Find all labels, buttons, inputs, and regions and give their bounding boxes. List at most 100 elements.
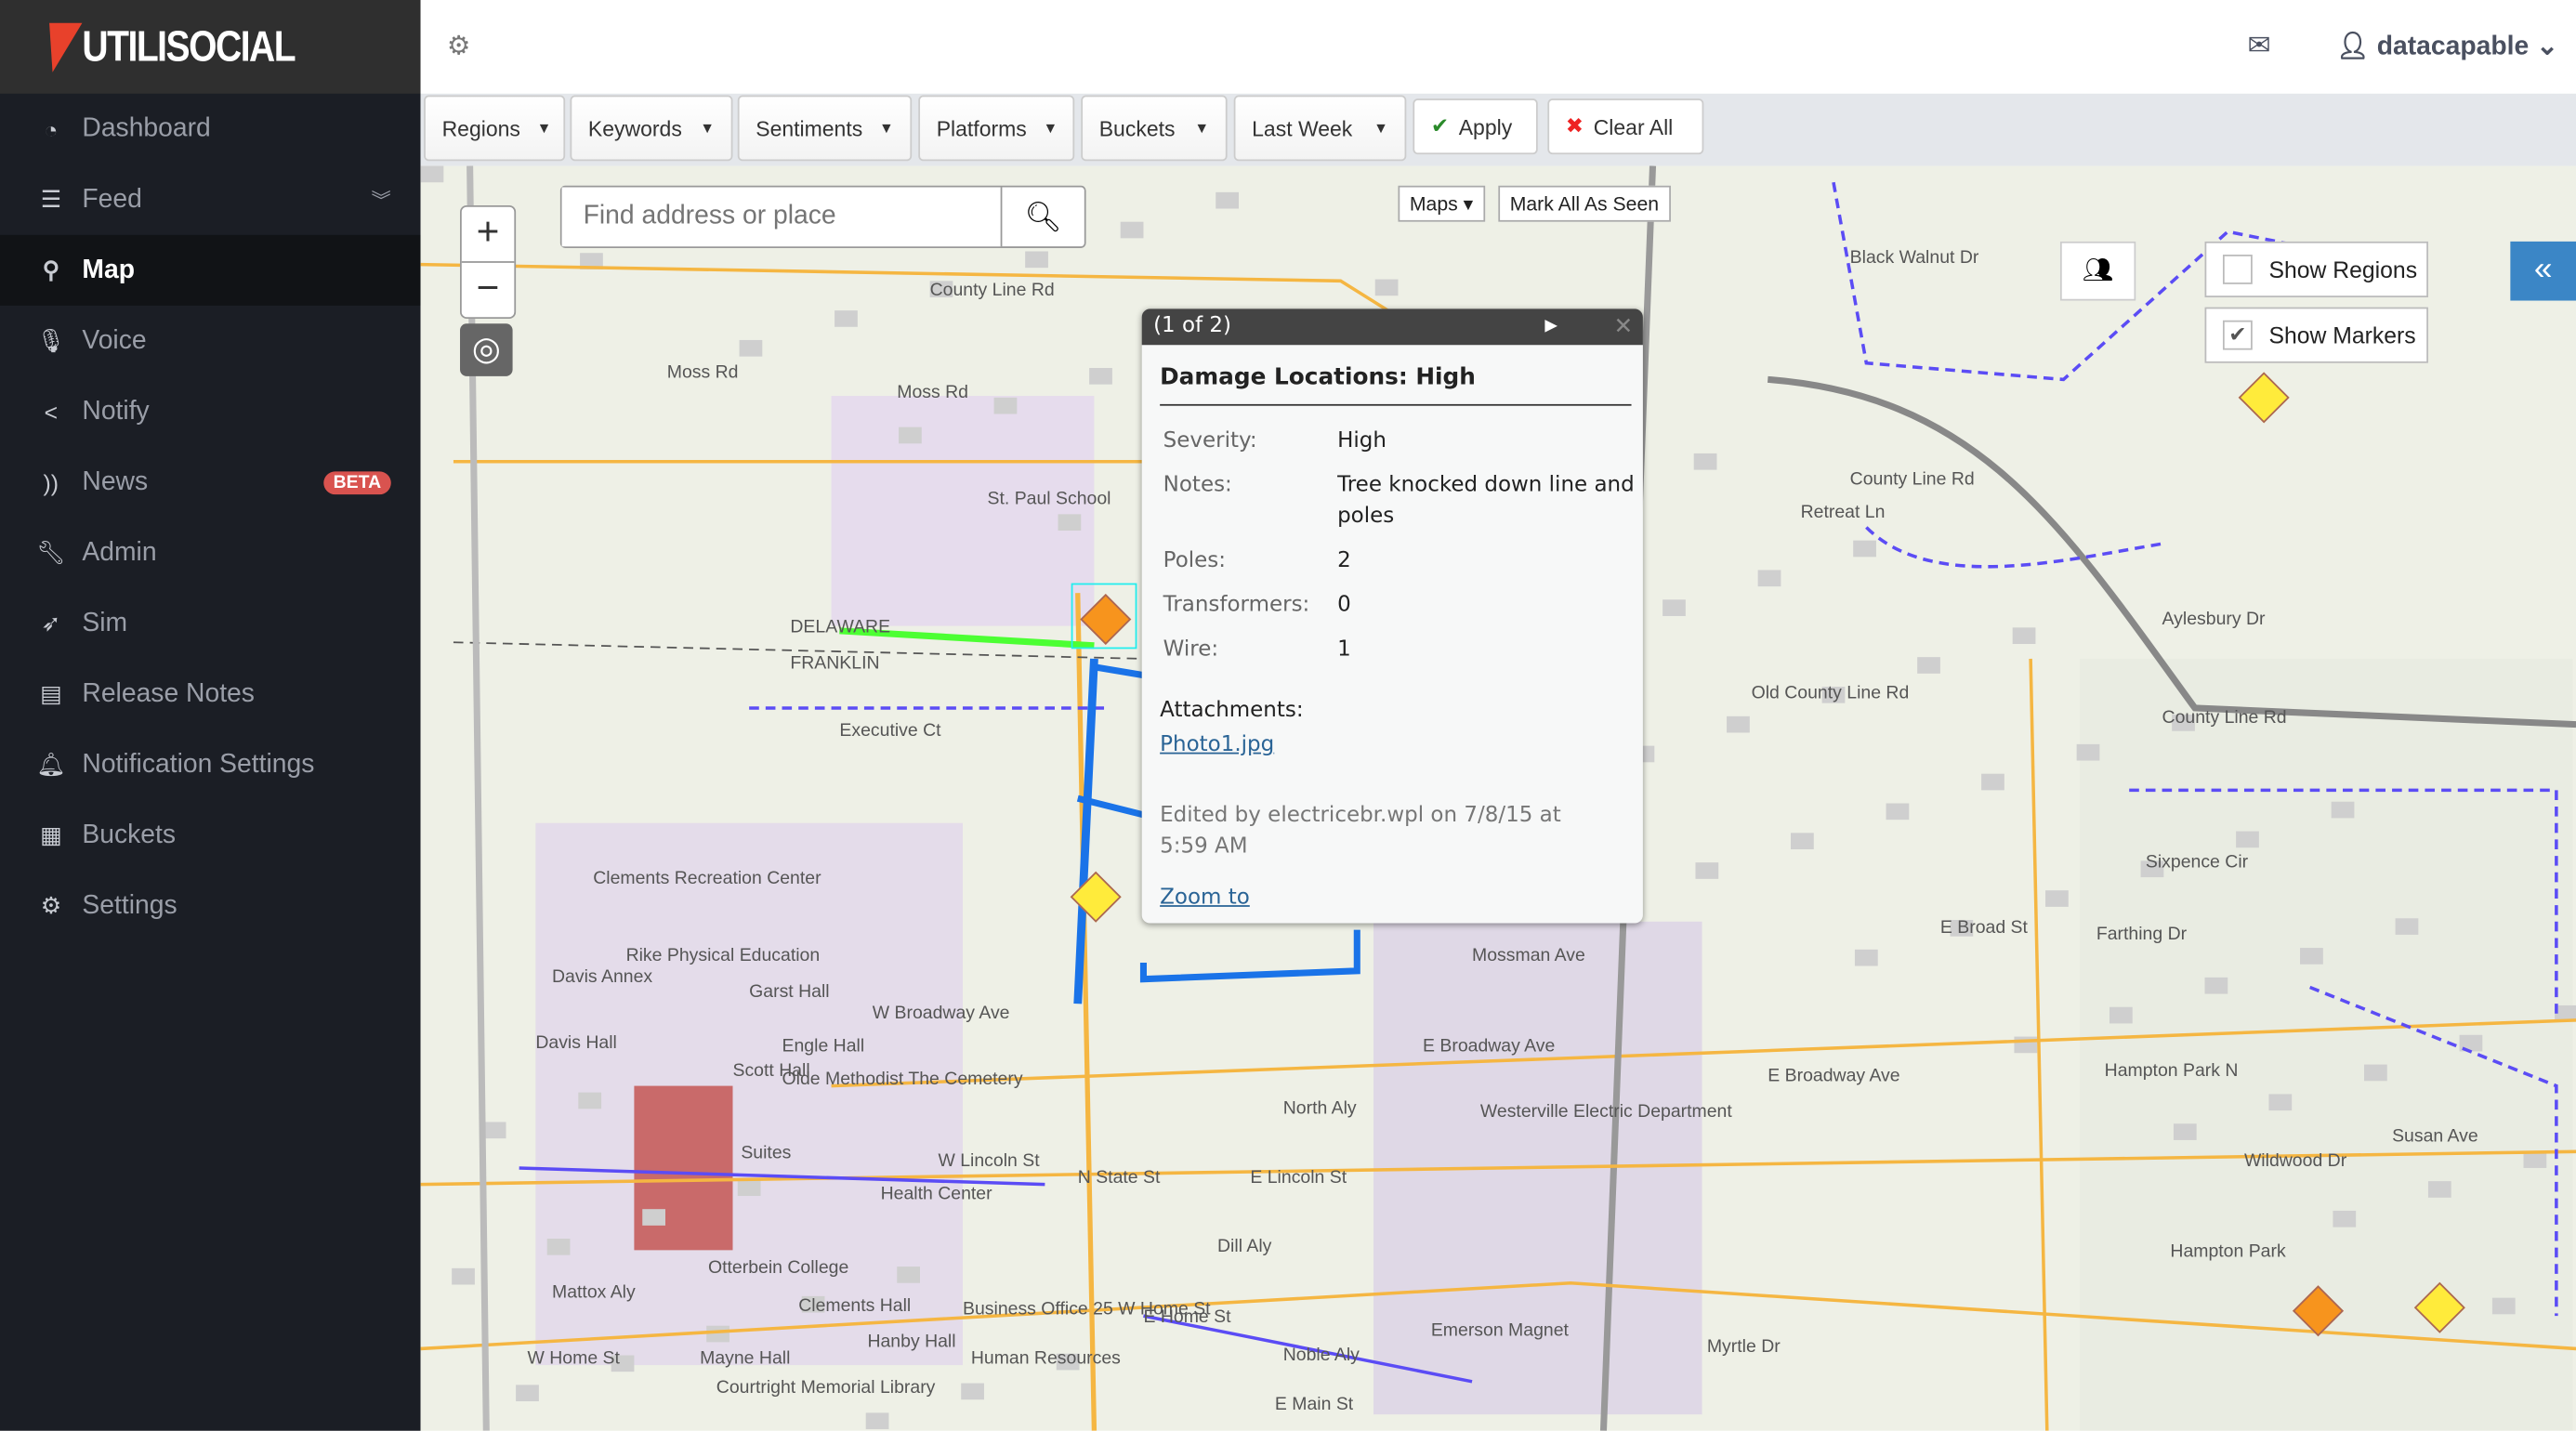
- building: [2331, 801, 2355, 819]
- rocket-icon: ➶: [41, 609, 61, 637]
- building: [706, 1325, 729, 1343]
- popup-field-row: Notes: Tree knocked down line and poles: [1158, 464, 1643, 539]
- building: [961, 1383, 984, 1400]
- maps-dropdown[interactable]: Maps ▾: [1398, 185, 1485, 222]
- zoom-out-button[interactable]: −: [462, 263, 515, 317]
- building: [2173, 1123, 2197, 1140]
- keywords-dropdown[interactable]: Keywords ▼: [570, 95, 733, 162]
- building: [1917, 657, 1940, 674]
- sidebar-item-settings[interactable]: ⚙ Settings: [0, 871, 421, 941]
- show-regions-toggle[interactable]: Show Regions: [2204, 241, 2428, 297]
- users-group-button[interactable]: 👥︎: [2059, 241, 2136, 301]
- map-label: W Home St: [527, 1348, 620, 1369]
- building: [2268, 1094, 2293, 1111]
- caret-down-icon: ▼: [878, 120, 894, 137]
- damaged-line: [1139, 929, 1360, 983]
- sidebar-item-release-notes[interactable]: ▤ Release Notes: [0, 659, 421, 729]
- building: [737, 1179, 761, 1197]
- next-arrow-icon[interactable]: ▶: [1544, 309, 1557, 345]
- logo[interactable]: UTILISOCIAL: [0, 0, 421, 94]
- sidebar-item-map[interactable]: ⚲ Map: [0, 234, 421, 306]
- search-input[interactable]: [561, 187, 1001, 247]
- gear-icon[interactable]: ⚙: [447, 30, 470, 62]
- field-key: Severity:: [1163, 428, 1257, 453]
- map-label: County Line Rd: [1849, 469, 1975, 490]
- map-label: Moss Rd: [666, 362, 739, 383]
- popup-title: Damage Locations: High: [1160, 364, 1632, 406]
- map-label: Executive Ct: [839, 721, 941, 742]
- users-icon: 👥︎: [2082, 256, 2114, 284]
- sidebar-item-admin[interactable]: 🔧︎ Admin: [0, 518, 421, 588]
- map-label: Old County Line Rd: [1751, 683, 1910, 703]
- logo-text: UTILISOCIAL: [82, 20, 296, 72]
- sidebar-item-voice[interactable]: 🎙︎ Voice: [0, 306, 421, 376]
- selection-highlight: [1071, 583, 1137, 650]
- sidebar-item-sim[interactable]: ➶ Sim: [0, 588, 421, 659]
- map-label: Garst Hall: [749, 982, 830, 1003]
- building: [865, 1412, 889, 1430]
- period-dropdown[interactable]: Last Week ▼: [1233, 95, 1407, 162]
- map-label: Mayne Hall: [700, 1348, 791, 1369]
- map-label: Black Walnut Dr: [1849, 247, 1979, 269]
- close-icon[interactable]: ✕: [1614, 309, 1634, 345]
- checkbox[interactable]: ✔: [2222, 320, 2253, 350]
- sidebar-item-feed[interactable]: ☰ Feed ︾: [0, 164, 421, 235]
- locate-button[interactable]: ◎: [460, 323, 513, 376]
- sidebar-item-news[interactable]: )) News BETA: [0, 447, 421, 518]
- cubes-icon: ▦: [40, 821, 62, 848]
- show-markers-toggle[interactable]: ✔ Show Markers: [2204, 307, 2428, 363]
- collapse-panel-button[interactable]: «: [2510, 241, 2576, 301]
- checkbox[interactable]: [2222, 255, 2253, 284]
- regions-dropdown[interactable]: Regions ▼: [424, 95, 566, 162]
- sidebar-item-label: Map: [82, 255, 135, 283]
- sidebar-item-label: Release Notes: [82, 679, 255, 708]
- zoom-control: + −: [460, 204, 517, 319]
- map-label: Noble Aly: [1282, 1345, 1360, 1366]
- building: [1663, 599, 1686, 616]
- attachment-link[interactable]: Photo1.jpg: [1160, 732, 1274, 757]
- user-menu[interactable]: 👤︎ datacapable ⌄: [2336, 30, 2558, 62]
- caret-down-icon: ▼: [700, 120, 716, 137]
- zoom-to-link[interactable]: Zoom to: [1160, 886, 1250, 911]
- map-label: Suites: [741, 1143, 792, 1163]
- sentiments-dropdown[interactable]: Sentiments ▼: [737, 95, 913, 162]
- platforms-dropdown[interactable]: Platforms ▼: [918, 95, 1075, 162]
- apply-button[interactable]: ✔ Apply: [1413, 98, 1538, 155]
- sidebar-item-notification-settings[interactable]: 🔔︎ Notification Settings: [0, 729, 421, 800]
- building: [2300, 948, 2323, 965]
- building: [1886, 803, 1910, 821]
- chevron-down-icon: ⌄: [2536, 33, 2558, 61]
- topbar: ⚙ ✉ 👤︎ datacapable ⌄: [420, 0, 2576, 94]
- building: [516, 1385, 539, 1402]
- mark-all-seen-button[interactable]: Mark All As Seen: [1498, 185, 1671, 222]
- sidebar-item-dashboard[interactable]: ◔ Dashboard: [0, 94, 421, 164]
- building: [1120, 221, 1144, 239]
- building: [1695, 862, 1719, 879]
- search-button[interactable]: 🔍︎: [1000, 187, 1084, 247]
- map-label: W Lincoln St: [938, 1151, 1040, 1172]
- chevron-down-icon[interactable]: ︾: [372, 186, 391, 214]
- x-icon: ✖: [1565, 112, 1584, 138]
- sidebar: UTILISOCIAL ◔ Dashboard ☰ Feed ︾ ⚲ Map 🎙︎ Voice <…: [0, 0, 421, 1431]
- rss-icon: )): [43, 468, 59, 496]
- sidebar-item-buckets[interactable]: ▦ Buckets: [0, 800, 421, 871]
- cog-icon: ⚙: [40, 891, 61, 919]
- clear-all-button[interactable]: ✖ Clear All: [1547, 98, 1704, 155]
- map-label: Clements Recreation Center: [593, 869, 821, 889]
- map-label: Susan Ave: [2392, 1126, 2478, 1147]
- wrench-icon: 🔧︎: [36, 538, 66, 566]
- zoom-in-button[interactable]: +: [461, 207, 515, 263]
- sidebar-item-notify[interactable]: < Notify: [0, 376, 421, 447]
- building: [2076, 743, 2100, 761]
- field-value: 2: [1337, 548, 1351, 573]
- envelope-icon[interactable]: ✉: [2247, 30, 2270, 62]
- map-label: Health Center: [880, 1184, 992, 1204]
- buckets-dropdown[interactable]: Buckets ▼: [1081, 95, 1228, 162]
- popup-field-row: Poles: 2: [1158, 539, 1643, 584]
- map-view[interactable]: Moss Rd Moss Rd County Line Rd St. Paul Sch…: [420, 165, 2576, 1431]
- building: [642, 1209, 665, 1226]
- building: [2236, 831, 2259, 848]
- sidebar-item-label: Settings: [82, 891, 177, 920]
- caret-down-icon: ▼: [1373, 120, 1388, 137]
- map-label: E Broad St: [1939, 918, 2028, 939]
